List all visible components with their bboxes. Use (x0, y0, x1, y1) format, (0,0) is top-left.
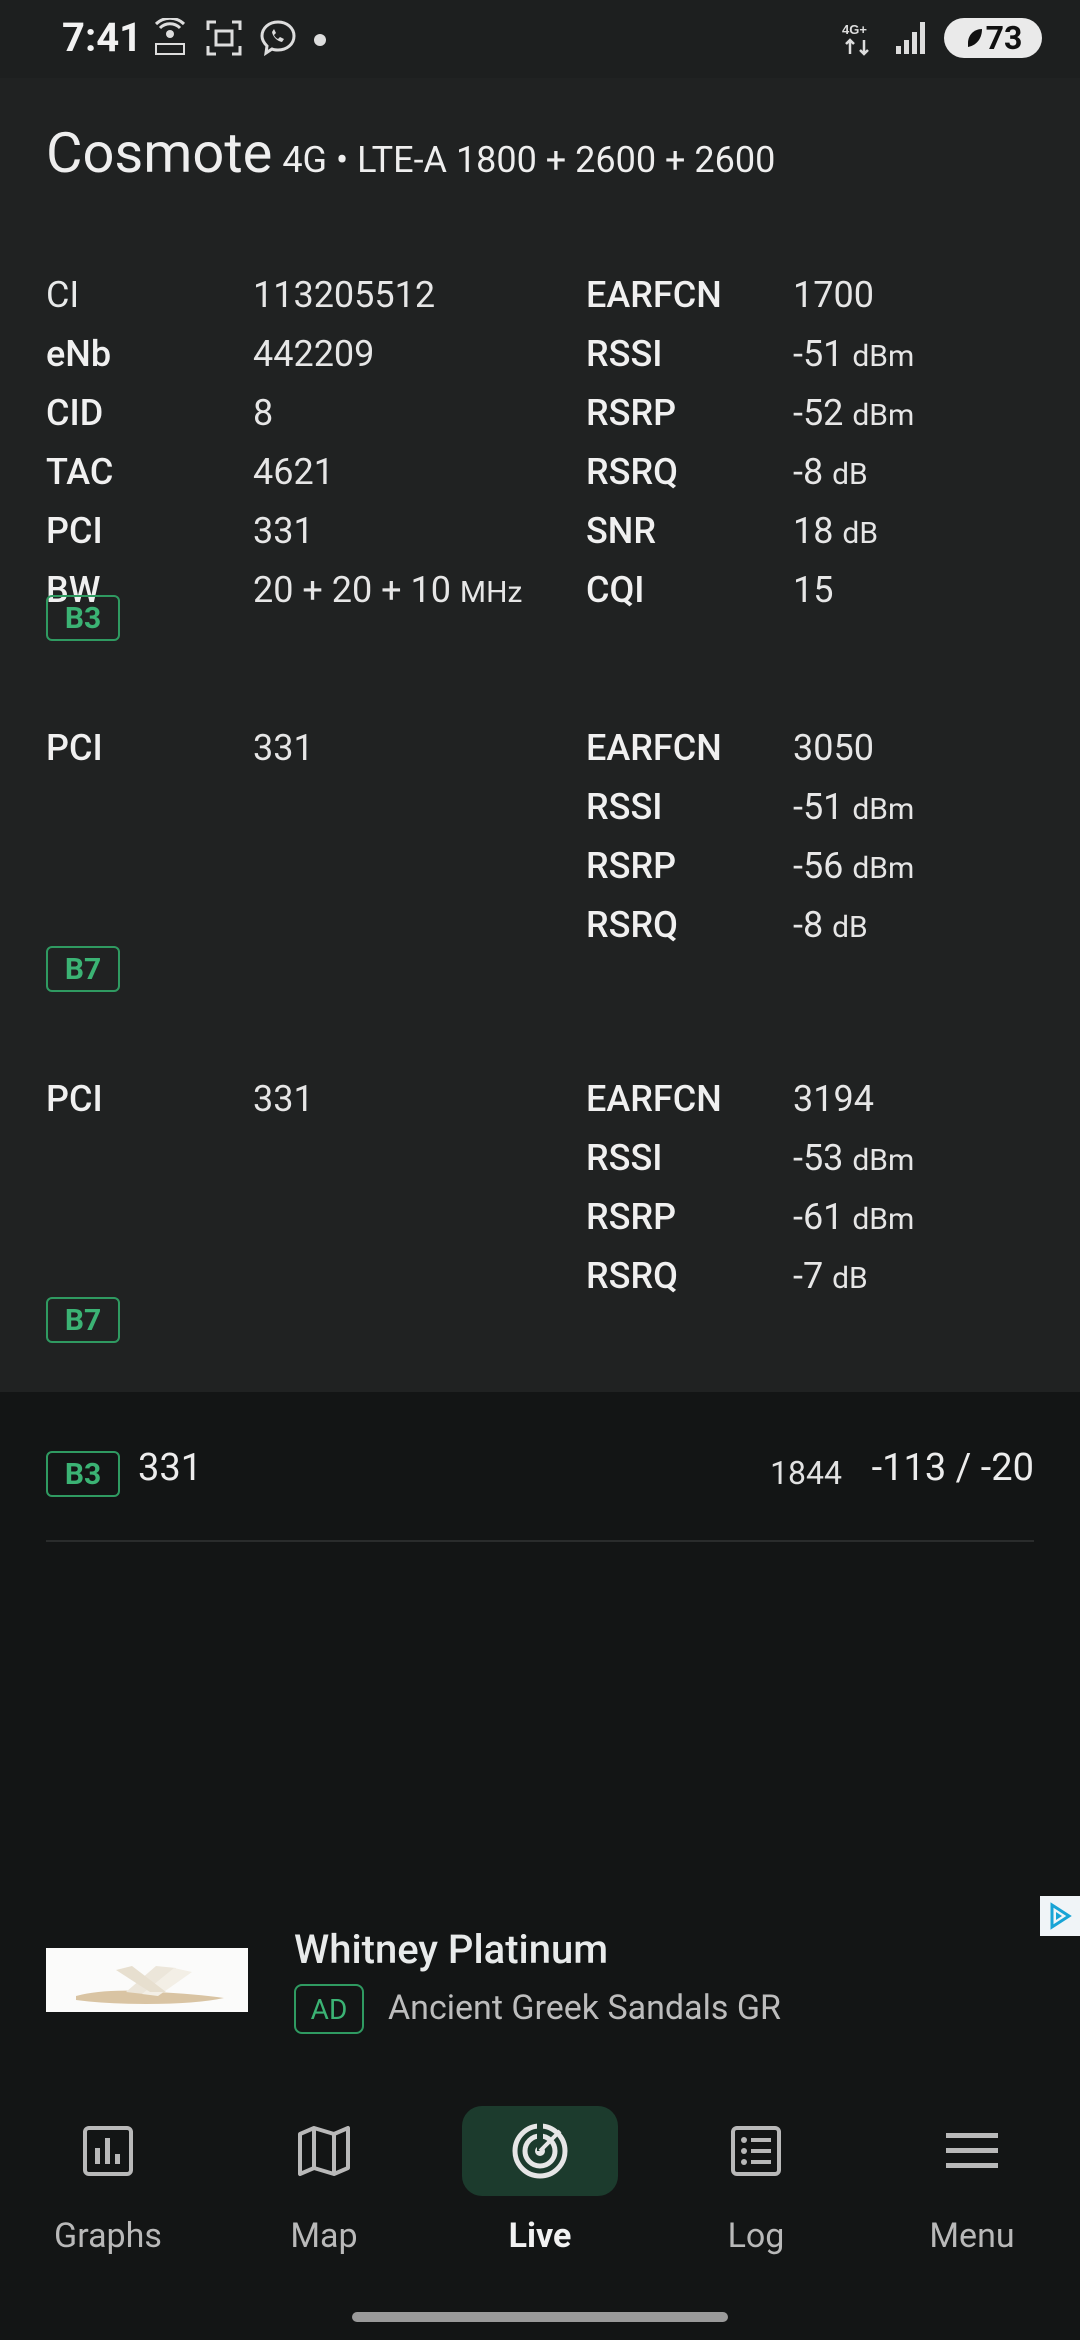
primary-ci-value: 113205512 (253, 274, 436, 316)
scell1-band-badge: B7 (46, 946, 120, 992)
primary-snr-label: SNR (586, 510, 656, 552)
primary-cqi-label: CQI (586, 569, 645, 611)
primary-rsrp-label: RSRP (586, 392, 677, 434)
scell1-rsrp-label: RSRP (586, 845, 677, 887)
battery-level: 73 (985, 19, 1023, 57)
primary-rsrq-value: -8 dB (793, 451, 868, 493)
primary-cid-value: 8 (253, 392, 274, 434)
scell2-rssi-label: RSSI (586, 1137, 663, 1179)
network-type-icon: 4G+ (842, 22, 869, 56)
primary-band-badge: B3 (46, 595, 120, 641)
primary-pci-value: 331 (253, 510, 314, 552)
svg-text:4G+: 4G+ (842, 22, 867, 37)
battery-saver-icon (967, 29, 982, 47)
ad-title[interactable]: Whitney Platinum (294, 1926, 608, 1973)
primary-tac-label: TAC (46, 451, 114, 493)
scell1-rsrp-value: -56 dBm (793, 845, 915, 887)
live-panel: Cosmote 4G • LTE-A 1800 + 2600 + 2600 CI… (0, 78, 1080, 1392)
scell2-band-badge: B7 (46, 1297, 120, 1343)
scell2-earfcn-label: EARFCN (586, 1078, 722, 1120)
3cc-hotspot-icon (154, 18, 186, 55)
nav-map[interactable]: Map (216, 2106, 432, 2276)
primary-ci-label: CI (46, 274, 80, 316)
log-icon (731, 2126, 781, 2176)
system-icons: 4G+ 73 (840, 18, 1042, 58)
screenshot-icon (206, 20, 242, 56)
scell1-rssi-value: -51 dBm (793, 786, 915, 828)
scell1-rsrq-label: RSRQ (586, 904, 678, 946)
nav-menu[interactable]: Menu (864, 2106, 1080, 2276)
adchoices-icon[interactable] (1040, 1896, 1080, 1936)
primary-cid-label: CID (46, 392, 104, 434)
nav-live-label: Live (508, 2216, 572, 2256)
scell2-earfcn-value: 3194 (793, 1078, 874, 1120)
primary-enb-value: 442209 (253, 333, 375, 375)
primary-enb-label: eNb (46, 333, 112, 375)
scell2-rsrp-value: -61 dBm (793, 1196, 915, 1238)
scell2-rsrp-label: RSRP (586, 1196, 677, 1238)
live-radar-icon (512, 2123, 568, 2179)
ad-product-image[interactable] (46, 1948, 248, 2012)
primary-pci-label: PCI (46, 510, 103, 552)
primary-rssi-label: RSSI (586, 333, 663, 375)
graphs-icon (83, 2126, 133, 2176)
ad-advertiser[interactable]: Ancient Greek Sandals GR (388, 1988, 781, 2028)
operator-technology: 4G • LTE-A 1800 + 2600 + 2600 (282, 139, 776, 181)
primary-cqi-value: 15 (793, 569, 834, 611)
primary-rsrq-label: RSRQ (586, 451, 678, 493)
ad-badge: AD (294, 1984, 364, 2034)
scell1-pci-label: PCI (46, 727, 103, 769)
nav-log[interactable]: Log (648, 2106, 864, 2276)
scell1-earfcn-label: EARFCN (586, 727, 722, 769)
neighbor-divider (46, 1540, 1034, 1542)
primary-bw-unit: MHz (459, 575, 523, 610)
home-indicator[interactable] (352, 2312, 728, 2322)
nav-menu-label: Menu (929, 2216, 1015, 2256)
scell2-rsrq-value: -7 dB (793, 1255, 868, 1297)
dot-icon (314, 34, 326, 46)
viber-icon (260, 20, 296, 57)
map-icon (298, 2126, 350, 2176)
scell2-rssi-value: -53 dBm (793, 1137, 915, 1179)
sandal-image-icon (46, 1948, 248, 2012)
scell1-rssi-label: RSSI (586, 786, 663, 828)
ad-banner[interactable]: Whitney Platinum AD Ancient Greek Sandal… (0, 1896, 1080, 2062)
primary-rsrp-value: -52 dBm (793, 392, 915, 434)
scell2-pci-value: 331 (253, 1078, 314, 1120)
scell1-pci-value: 331 (253, 727, 314, 769)
neighbor-cell-row[interactable]: B3 331 1844 -113 / -20 (0, 1394, 1080, 1542)
operator-name: Cosmote (46, 120, 273, 186)
nav-graphs-label: Graphs (54, 2216, 162, 2256)
operator-header: Cosmote 4G • LTE-A 1800 + 2600 + 2600 (46, 120, 775, 186)
neighbor-band-badge: B3 (46, 1451, 120, 1497)
nav-live[interactable]: Live (432, 2106, 648, 2276)
primary-snr-value: 18 dB (793, 510, 879, 552)
neighbor-pci: 331 (138, 1446, 203, 1490)
bottom-navigation: Graphs Map Live Log Menu (0, 2068, 1080, 2340)
nav-map-label: Map (290, 2216, 358, 2256)
battery-indicator: 73 (944, 18, 1042, 58)
scell2-rsrq-label: RSRQ (586, 1255, 678, 1297)
status-time: 7:41 (62, 14, 143, 61)
primary-rssi-value: -51 dBm (793, 333, 915, 375)
nav-log-label: Log (727, 2216, 785, 2256)
neighbor-signal: -113 / -20 (871, 1446, 1034, 1490)
status-bar: 7:41 4G+ 73 (0, 0, 1080, 78)
scell1-earfcn-value: 3050 (793, 727, 874, 769)
neighbor-earfcn: 1844 (770, 1454, 842, 1492)
signal-strength-icon (896, 22, 925, 54)
primary-bw-value: 20 + 20 + 10 MHz (253, 569, 523, 611)
primary-tac-value: 4621 (253, 451, 334, 493)
primary-earfcn-value: 1700 (793, 274, 874, 316)
notification-icons (150, 18, 328, 58)
primary-earfcn-label: EARFCN (586, 274, 722, 316)
scell1-rsrq-value: -8 dB (793, 904, 868, 946)
nav-graphs[interactable]: Graphs (0, 2106, 216, 2276)
scell2-pci-label: PCI (46, 1078, 103, 1120)
menu-icon (946, 2133, 998, 2168)
